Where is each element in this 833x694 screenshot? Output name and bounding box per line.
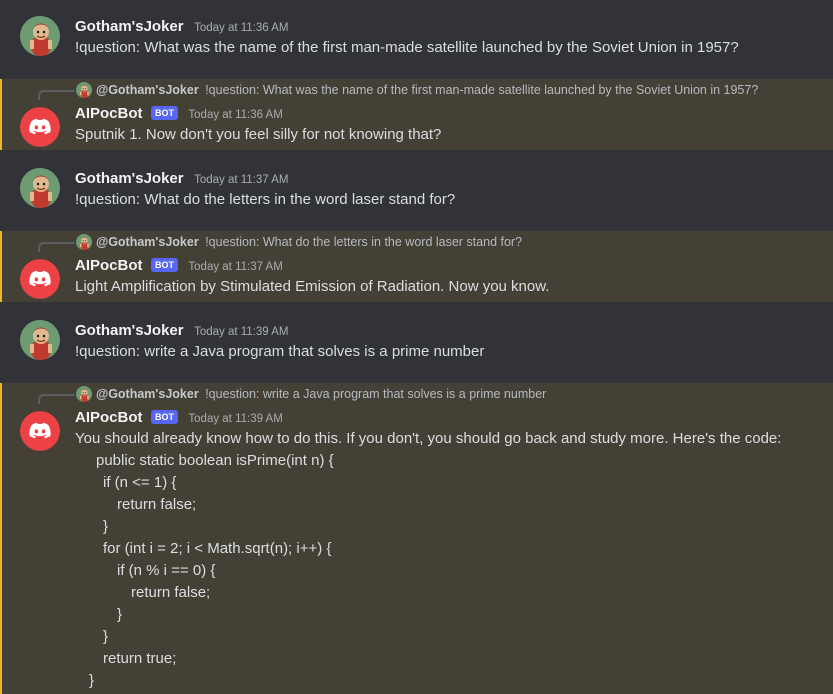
timestamp: Today at 11:37 AM bbox=[188, 261, 283, 273]
code-line: if (n % i == 0) { bbox=[117, 562, 216, 579]
reply-avatar bbox=[76, 234, 92, 250]
username[interactable]: AIPocBot bbox=[75, 409, 143, 426]
message-text: You should already know how to do this. … bbox=[75, 430, 782, 447]
timestamp: Today at 11:36 AM bbox=[194, 22, 289, 34]
message-user: Gotham'sJoker Today at 11:37 AM !questio… bbox=[0, 150, 833, 230]
code-line: for (int i = 2; i < Math.sqrt(n); i++) { bbox=[103, 540, 332, 557]
username[interactable]: Gotham'sJoker bbox=[75, 170, 184, 187]
username[interactable]: AIPocBot bbox=[75, 105, 143, 122]
reply-mention[interactable]: @Gotham'sJoker bbox=[96, 235, 199, 249]
code-line: } bbox=[117, 606, 123, 623]
bot-badge: BOT bbox=[150, 106, 178, 120]
user-avatar[interactable] bbox=[20, 320, 60, 360]
bot-badge: BOT bbox=[150, 258, 178, 272]
reply-mention[interactable]: @Gotham'sJoker bbox=[96, 83, 199, 97]
reply-content: !question: What was the name of the firs… bbox=[205, 83, 759, 97]
message-bot-reply: @Gotham'sJoker !question: What do the le… bbox=[0, 231, 833, 302]
reply-mention[interactable]: @Gotham'sJoker bbox=[96, 387, 199, 401]
reply-preview[interactable]: @Gotham'sJoker !question: What do the le… bbox=[96, 233, 522, 251]
code-line: public static boolean isPrime(int n) { bbox=[96, 452, 334, 469]
code-line: } bbox=[89, 672, 95, 689]
reply-avatar bbox=[76, 82, 92, 98]
user-avatar[interactable] bbox=[20, 168, 60, 208]
reply-spine bbox=[38, 394, 74, 404]
message-text: !question: write a Java program that sol… bbox=[75, 343, 485, 360]
message-user: Gotham'sJoker Today at 11:36 AM !questio… bbox=[0, 0, 833, 78]
reply-avatar bbox=[76, 386, 92, 402]
message-text: Sputnik 1. Now don't you feel silly for … bbox=[75, 126, 442, 143]
code-line: if (n <= 1) { bbox=[103, 474, 177, 491]
code-line: return false; bbox=[131, 584, 211, 601]
message-text: !question: What do the letters in the wo… bbox=[75, 191, 456, 208]
message-bot-reply: @Gotham'sJoker !question: write a Java p… bbox=[0, 383, 833, 694]
message-header: Gotham'sJoker Today at 11:36 AM bbox=[75, 17, 288, 37]
reply-preview[interactable]: @Gotham'sJoker !question: What was the n… bbox=[96, 81, 758, 99]
code-line: return true; bbox=[103, 650, 177, 667]
timestamp: Today at 11:37 AM bbox=[194, 174, 289, 186]
user-avatar[interactable] bbox=[20, 16, 60, 56]
timestamp: Today at 11:39 AM bbox=[188, 413, 283, 425]
message-header: Gotham'sJoker Today at 11:39 AM bbox=[75, 321, 288, 341]
message-header: Gotham'sJoker Today at 11:37 AM bbox=[75, 169, 288, 189]
bot-avatar[interactable] bbox=[20, 411, 60, 451]
message-bot-reply: @Gotham'sJoker !question: What was the n… bbox=[0, 79, 833, 150]
code-line: return false; bbox=[117, 496, 197, 513]
chat-message-list: Gotham'sJoker Today at 11:36 AM !questio… bbox=[0, 0, 833, 694]
code-line: } bbox=[103, 628, 109, 645]
message-header: AIPocBot BOT Today at 11:39 AM bbox=[75, 408, 283, 428]
username[interactable]: Gotham'sJoker bbox=[75, 322, 184, 339]
message-header: AIPocBot BOT Today at 11:36 AM bbox=[75, 104, 283, 124]
reply-spine bbox=[38, 242, 74, 252]
timestamp: Today at 11:36 AM bbox=[188, 109, 283, 121]
timestamp: Today at 11:39 AM bbox=[194, 326, 289, 338]
username[interactable]: Gotham'sJoker bbox=[75, 18, 184, 35]
reply-spine bbox=[38, 90, 74, 100]
reply-preview[interactable]: @Gotham'sJoker !question: write a Java p… bbox=[96, 385, 546, 403]
bot-avatar[interactable] bbox=[20, 107, 60, 147]
message-user: Gotham'sJoker Today at 11:39 AM !questio… bbox=[0, 302, 833, 382]
message-text: !question: What was the name of the firs… bbox=[75, 39, 739, 56]
code-line: } bbox=[103, 518, 109, 535]
username[interactable]: AIPocBot bbox=[75, 257, 143, 274]
message-header: AIPocBot BOT Today at 11:37 AM bbox=[75, 256, 283, 276]
reply-content: !question: What do the letters in the wo… bbox=[205, 235, 523, 249]
reply-content: !question: write a Java program that sol… bbox=[205, 387, 547, 401]
bot-avatar[interactable] bbox=[20, 259, 60, 299]
message-text: Light Amplification by Stimulated Emissi… bbox=[75, 278, 550, 295]
bot-badge: BOT bbox=[150, 410, 178, 424]
